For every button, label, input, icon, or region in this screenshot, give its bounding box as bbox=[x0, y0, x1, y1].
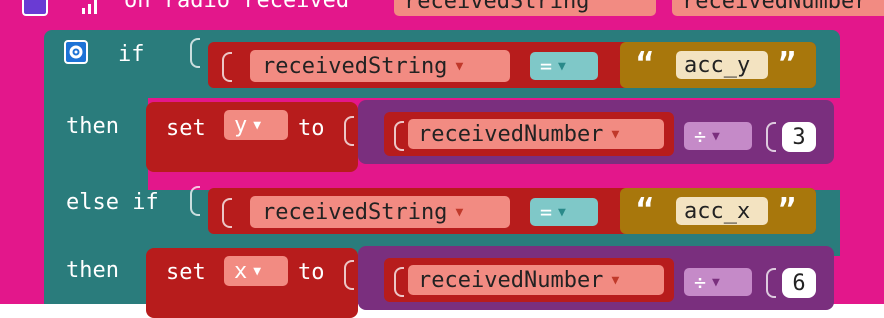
received-number-pill-1[interactable]: receivedNumber ▼ bbox=[408, 119, 664, 149]
divisor-input-1[interactable]: 3 bbox=[782, 122, 816, 152]
condition-2-variable[interactable]: receivedString ▼ bbox=[250, 196, 510, 228]
then-label-1: then bbox=[66, 114, 119, 139]
divide-operator-2[interactable]: ÷ ▼ bbox=[684, 268, 752, 296]
reporter-socket-1 bbox=[394, 121, 404, 151]
received-number-reporter-2[interactable]: receivedNumber ▼ bbox=[384, 258, 674, 302]
set-y-variable-dropdown[interactable]: y ▼ bbox=[224, 110, 288, 140]
condition-1-operator[interactable]: = ▼ bbox=[530, 52, 598, 80]
event-label: on radio received bbox=[124, 0, 350, 13]
compare-left-socket-1 bbox=[222, 52, 232, 82]
dropdown-arrow-icon: ▼ bbox=[558, 58, 566, 74]
open-quote-icon: “ bbox=[636, 47, 655, 82]
event-param-received-string[interactable]: receivedString bbox=[394, 0, 656, 16]
open-quote-icon: “ bbox=[636, 193, 655, 228]
dropdown-arrow-icon: ▼ bbox=[455, 58, 464, 74]
received-number-pill-2[interactable]: receivedNumber ▼ bbox=[408, 265, 664, 295]
text-block-2[interactable]: “ acc_x ” bbox=[620, 188, 816, 234]
divisor-socket-1 bbox=[766, 122, 776, 152]
divisor-input-2[interactable]: 6 bbox=[782, 268, 816, 298]
compare-block-1[interactable]: receivedString ▼ = ▼ “ acc_y ” bbox=[208, 42, 816, 88]
close-quote-icon: ” bbox=[778, 47, 797, 82]
event-gear-icon[interactable] bbox=[22, 0, 48, 16]
set-label-1: set bbox=[166, 116, 206, 141]
radio-signal-icon bbox=[80, 0, 104, 14]
event-header: on radio received receivedString receive… bbox=[0, 0, 884, 16]
then-label-2: then bbox=[66, 258, 119, 283]
else-if-label: else if bbox=[66, 190, 159, 215]
dropdown-arrow-icon: ▼ bbox=[253, 117, 262, 133]
dropdown-arrow-icon: ▼ bbox=[611, 272, 620, 288]
close-quote-icon: ” bbox=[778, 193, 797, 228]
dropdown-arrow-icon: ▼ bbox=[253, 263, 262, 279]
to-label-1: to bbox=[298, 116, 325, 141]
if-gear-icon[interactable] bbox=[64, 40, 88, 64]
dropdown-arrow-icon: ▼ bbox=[712, 128, 720, 144]
dropdown-arrow-icon: ▼ bbox=[558, 204, 566, 220]
event-param-received-number[interactable]: receivedNumber bbox=[672, 0, 884, 16]
dropdown-arrow-icon: ▼ bbox=[712, 274, 720, 290]
if-condition-socket bbox=[190, 38, 200, 68]
text-block-1[interactable]: “ acc_y ” bbox=[620, 42, 816, 88]
dropdown-arrow-icon: ▼ bbox=[611, 126, 620, 142]
compare-block-2[interactable]: receivedString ▼ = ▼ “ acc_x ” bbox=[208, 188, 816, 234]
condition-2-text[interactable]: acc_x bbox=[676, 197, 768, 225]
divide-operator-1[interactable]: ÷ ▼ bbox=[684, 122, 752, 150]
divisor-socket-2 bbox=[766, 268, 776, 298]
set-y-value-socket bbox=[344, 116, 354, 146]
set-x-value-socket bbox=[344, 260, 354, 290]
if-label: if bbox=[118, 42, 145, 67]
condition-1-variable[interactable]: receivedString ▼ bbox=[250, 50, 510, 82]
received-number-reporter-1[interactable]: receivedNumber ▼ bbox=[384, 112, 674, 156]
to-label-2: to bbox=[298, 260, 325, 285]
else-if-condition-socket bbox=[190, 186, 200, 216]
condition-1-text[interactable]: acc_y bbox=[676, 51, 768, 79]
compare-left-socket-2 bbox=[222, 198, 232, 228]
set-label-2: set bbox=[166, 260, 206, 285]
set-x-variable-dropdown[interactable]: x ▼ bbox=[224, 256, 288, 286]
dropdown-arrow-icon: ▼ bbox=[455, 204, 464, 220]
condition-2-operator[interactable]: = ▼ bbox=[530, 198, 598, 226]
reporter-socket-2 bbox=[394, 267, 404, 297]
